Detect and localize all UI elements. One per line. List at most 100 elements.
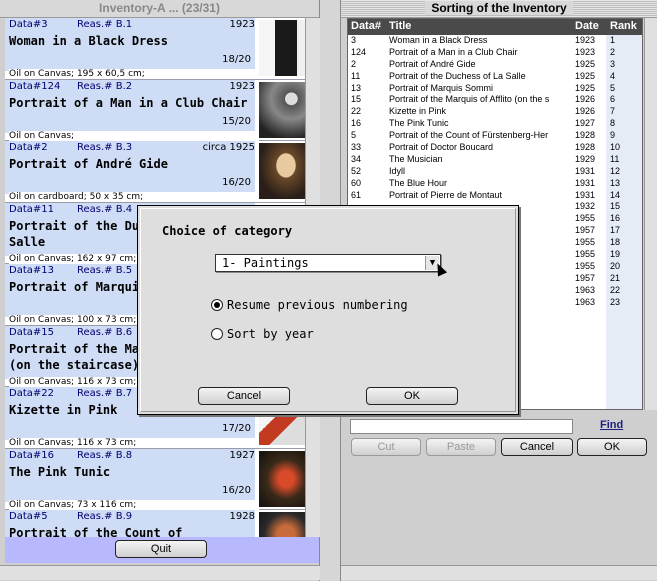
card-medium: Oil on cardboard; 50 x 35 cm; xyxy=(9,192,259,202)
radio-selected-icon[interactable] xyxy=(211,299,223,311)
table-row[interactable]: 61 Portrait of Pierre de Montaut 1931 14 xyxy=(348,190,642,202)
column-header-title[interactable]: Title xyxy=(389,20,573,32)
sorting-cancel-button[interactable]: Cancel xyxy=(501,438,573,456)
card-fraction: 16/20 xyxy=(222,177,251,188)
cell-title: Portrait of Doctor Boucard xyxy=(389,142,494,153)
choice-of-category-dialog: Choice of category 1- Paintings ▼ Resume… xyxy=(137,205,519,415)
card-title: Portrait of André Gide xyxy=(9,157,168,171)
sorting-vertical-scrollbar[interactable] xyxy=(644,18,657,410)
card-reas-number: Reas.# B.4 xyxy=(77,203,133,215)
find-input[interactable] xyxy=(350,419,573,434)
card-medium: Oil on Canvas; 195 x 60,5 cm; xyxy=(9,69,259,79)
cell-date: 1932 xyxy=(575,201,596,212)
sorting-ok-button[interactable]: OK xyxy=(577,438,647,456)
card-reas-number: Reas.# B.2 xyxy=(77,80,133,92)
cell-date: 1955 xyxy=(575,249,596,260)
table-row[interactable]: 15 Portrait of the Marquis of Afflito (on… xyxy=(348,94,642,106)
cell-title: Portrait of Marquis Sommi xyxy=(389,82,494,93)
table-row[interactable]: 3 Woman in a Black Dress 1923 1 xyxy=(348,35,642,47)
table-row[interactable]: 124 Portrait of a Man in a Club Chair 1923… xyxy=(348,47,642,59)
dialog-cancel-button[interactable]: Cancel xyxy=(198,387,290,405)
table-row[interactable]: 22 Kizette in Pink 1926 7 xyxy=(348,106,642,118)
column-header-data[interactable]: Data# xyxy=(351,20,381,32)
sorting-horizontal-scrollbar[interactable] xyxy=(341,565,657,580)
card-data-number: Data#16 xyxy=(9,449,54,461)
card-year: 1923 xyxy=(229,19,255,30)
card-data-number: Data#2 xyxy=(9,142,48,153)
radio-sort-by-year[interactable]: Sort by year xyxy=(211,327,314,341)
radio-year-label: Sort by year xyxy=(227,327,314,341)
cell-date: 1926 xyxy=(575,106,596,117)
cell-rank: 19 xyxy=(610,249,621,260)
cell-data: 34 xyxy=(351,153,362,164)
cell-rank: 22 xyxy=(610,284,621,295)
cell-date: 1931 xyxy=(575,177,596,188)
find-link[interactable]: Find xyxy=(600,419,623,431)
cell-title: Portrait of Pierre de Montaut xyxy=(389,189,503,200)
card-medium: Oil on Canvas; 73 x 116 cm; xyxy=(9,499,259,510)
inventory-card[interactable]: Data#124 Reas.# B.2 1923 Portrait of a Man … xyxy=(5,79,319,141)
cell-date: 1925 xyxy=(575,58,596,69)
cell-rank: 13 xyxy=(610,177,621,188)
category-select[interactable]: 1- Paintings ▼ xyxy=(215,254,441,272)
radio-unselected-icon[interactable] xyxy=(211,328,223,340)
card-data-number: Data#11 xyxy=(9,203,54,215)
cell-rank: 21 xyxy=(610,272,621,283)
table-row[interactable]: 52 Idyll 1931 12 xyxy=(348,166,642,178)
inventory-titlebar[interactable]: Inventory-A ... (23/31) xyxy=(0,0,319,18)
inventory-card[interactable]: Data#2 Reas.# B.3 circa 1925 Portrait of An… xyxy=(5,141,319,203)
cell-rank: 1 xyxy=(610,35,616,45)
quit-button[interactable]: Quit xyxy=(115,540,207,558)
cell-data: 124 xyxy=(351,46,367,57)
cell-title: Portrait of the Marquis of Afflito (on t… xyxy=(389,94,550,105)
inventory-horizontal-scrollbar[interactable] xyxy=(0,565,320,580)
cell-rank: 6 xyxy=(610,94,616,105)
sorting-titlebar[interactable]: Sorting of the Inventory xyxy=(341,0,657,18)
table-header: Data# Title Date Rank xyxy=(348,19,642,35)
cell-rank: 4 xyxy=(610,70,616,81)
cell-data: 22 xyxy=(351,106,362,117)
inventory-card[interactable]: Data#3 Reas.# B.1 1923 Woman in a Black Dre… xyxy=(5,18,319,80)
cut-button[interactable]: Cut xyxy=(351,438,421,456)
cell-title: Portrait of the Count of Fürstenberg-Her xyxy=(389,130,549,141)
column-header-rank[interactable]: Rank xyxy=(610,20,637,32)
cell-data: 11 xyxy=(351,70,361,81)
paste-button[interactable]: Paste xyxy=(426,438,496,456)
table-row[interactable]: 33 Portrait of Doctor Boucard 1928 10 xyxy=(348,142,642,154)
cell-title: The Pink Tunic xyxy=(389,118,449,129)
radio-resume-numbering[interactable]: Resume previous numbering xyxy=(211,298,408,312)
card-year: 1928 xyxy=(229,511,255,522)
cell-date: 1928 xyxy=(575,142,596,153)
table-row[interactable]: 34 The Musician 1929 11 xyxy=(348,154,642,166)
table-row[interactable]: 60 The Blue Hour 1931 13 xyxy=(348,178,642,190)
cell-rank: 16 xyxy=(610,213,621,224)
cell-title: Idyll xyxy=(389,165,406,176)
table-row[interactable]: 13 Portrait of Marquis Sommi 1925 5 xyxy=(348,83,642,95)
cell-data: 33 xyxy=(351,142,362,153)
inventory-card[interactable]: Data#16 Reas.# B.8 1927 The Pink Tunic 16/20… xyxy=(5,448,319,510)
card-data-number: Data#5 xyxy=(9,511,48,522)
cell-data: 16 xyxy=(351,118,362,129)
table-row[interactable]: 11 Portrait of the Duchess of La Salle 192… xyxy=(348,71,642,83)
table-row[interactable]: 2 Portrait of André Gide 1925 3 xyxy=(348,59,642,71)
cell-date: 1955 xyxy=(575,260,596,271)
inventory-card[interactable]: Data#5 Reas.# B.9 1928 Portrait of the Coun… xyxy=(5,510,319,538)
card-reas-number: Reas.# B.7 xyxy=(77,388,133,399)
cell-data: 52 xyxy=(351,165,362,176)
table-row[interactable]: 16 The Pink Tunic 1927 8 xyxy=(348,118,642,130)
cell-date: 1955 xyxy=(575,213,596,224)
table-row[interactable]: 5 Portrait of the Count of Fürstenberg-He… xyxy=(348,130,642,142)
card-title: The Pink Tunic xyxy=(9,464,111,479)
card-fraction: 17/20 xyxy=(222,423,251,434)
cell-date: 1931 xyxy=(575,165,596,176)
cell-rank: 11 xyxy=(610,153,620,164)
cell-rank: 2 xyxy=(610,46,616,57)
cell-title: Portrait of André Gide xyxy=(389,58,476,69)
cell-date: 1955 xyxy=(575,237,596,248)
radio-resume-label: Resume previous numbering xyxy=(227,298,408,312)
dialog-ok-button[interactable]: OK xyxy=(366,387,458,405)
cell-date: 1927 xyxy=(575,118,596,129)
cell-title: Kizette in Pink xyxy=(389,106,447,117)
card-reas-number: Reas.# B.5 xyxy=(77,265,133,276)
column-header-date[interactable]: Date xyxy=(575,20,599,32)
